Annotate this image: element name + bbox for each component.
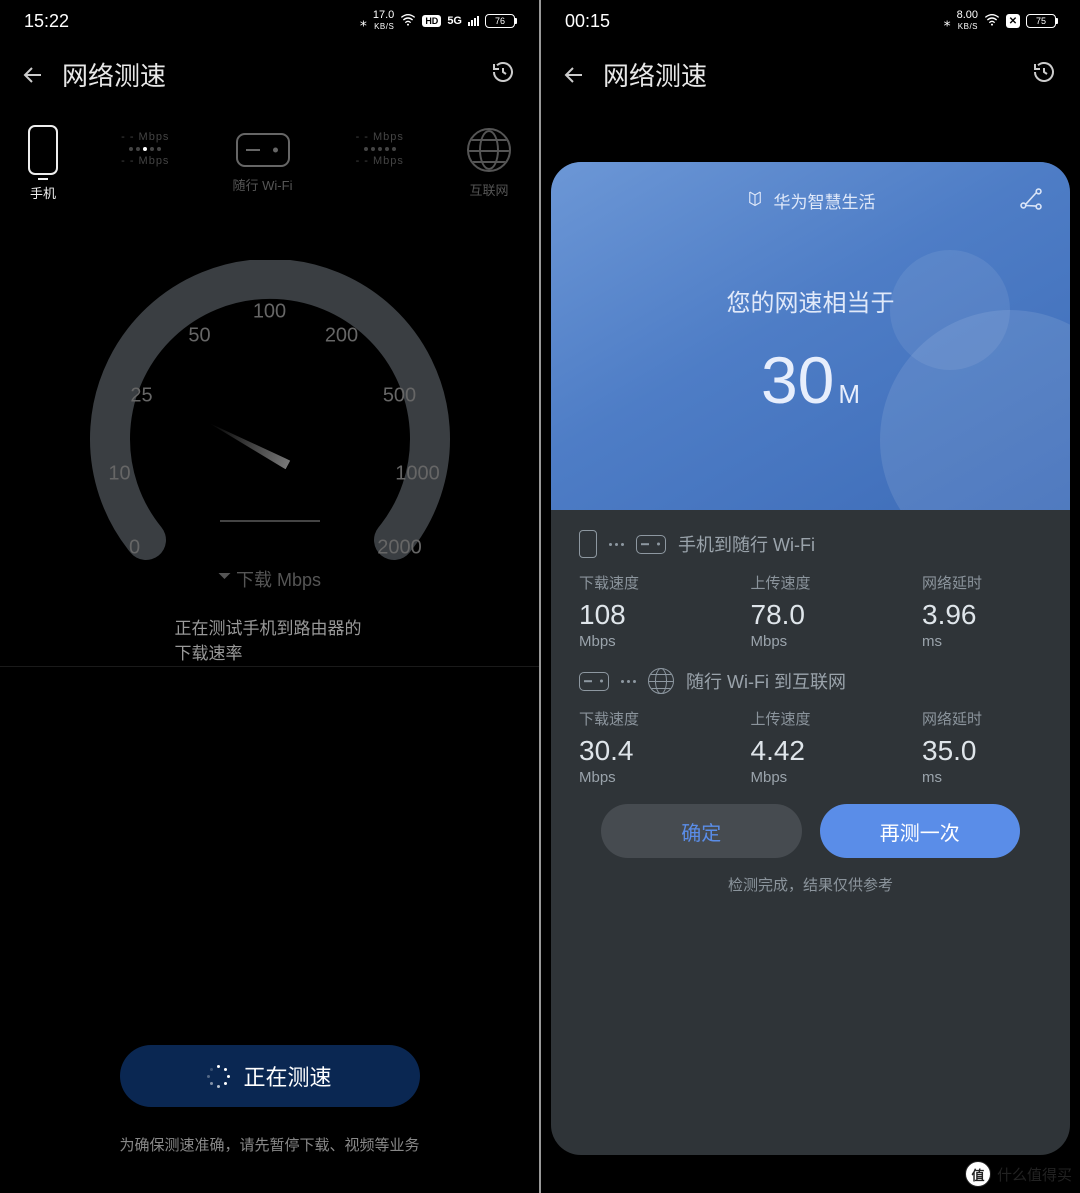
- segment-router-internet: 随行 Wi-Fi 到互联网 下载速度30.4Mbps 上传速度4.42Mbps …: [579, 668, 1042, 786]
- dots-icon: [609, 543, 624, 546]
- footer-note: 为确保测速准确，请先暂停下载、视频等业务: [0, 1134, 539, 1155]
- upload-metric: 上传速度4.42Mbps: [751, 708, 871, 786]
- latency-metric: 网络延时35.0ms: [922, 708, 1042, 786]
- status-bar: 15:22 ⁎ 17.0KB/S HD 5G 76: [0, 0, 539, 38]
- share-button[interactable]: [1018, 186, 1044, 217]
- gauge-tick: 25: [130, 385, 152, 408]
- history-button[interactable]: [1032, 60, 1056, 89]
- back-button[interactable]: [20, 62, 46, 88]
- gauge-tick: 0: [129, 537, 140, 560]
- gauge-tick: 2000: [377, 537, 422, 560]
- test-button[interactable]: 正在测速: [120, 1045, 420, 1107]
- gauge-status: 正在测试手机到路由器的下载速率: [175, 614, 365, 664]
- battery-icon: 76: [485, 14, 515, 28]
- network-type: 5G: [447, 15, 462, 27]
- gauge-tick: 1000: [395, 463, 440, 486]
- signal-icon: [468, 16, 479, 26]
- status-time: 15:22: [24, 11, 69, 32]
- gauge-label: 下载 Mbps: [218, 566, 321, 592]
- modal-header: 华为智慧生活 您的网速相当于 30M: [551, 162, 1070, 510]
- latency-metric: 网络延时3.96ms: [922, 572, 1042, 650]
- gauge-tick: 10: [108, 463, 130, 486]
- bluetooth-icon: ⁎: [360, 13, 367, 30]
- gauge-tick: 200: [325, 325, 358, 348]
- retest-button[interactable]: 再测一次: [820, 804, 1021, 858]
- spinner-icon: [207, 1065, 229, 1087]
- speed-gauge: 0 10 25 50 100 200 500 1000 2000 下载 Mbps…: [0, 236, 539, 656]
- gauge-tick: 100: [253, 301, 286, 324]
- history-button[interactable]: [491, 60, 515, 89]
- result-modal: 华为智慧生活 您的网速相当于 30M 手机到随行 Wi-Fi 下载速度108Mb…: [551, 162, 1070, 1155]
- gauge-tick: 500: [383, 385, 416, 408]
- globe-icon: [648, 668, 674, 694]
- page-title: 网络测速: [62, 56, 166, 93]
- watermark-icon: 值: [965, 1161, 991, 1187]
- battery-icon: 75: [1026, 14, 1056, 28]
- segment-phone-router: 手机到随行 Wi-Fi 下载速度108Mbps 上传速度78.0Mbps 网络延…: [579, 530, 1042, 650]
- divider: [0, 666, 539, 667]
- right-screen: 00:15 ⁎ 8.00KB/S ✕ 75 网络测速 测速完成 为确保测速准确，…: [541, 0, 1080, 1193]
- modal-footnote: 检测完成，结果仅供参考: [579, 858, 1042, 911]
- upload-metric: 上传速度78.0Mbps: [751, 572, 871, 650]
- brand: 华为智慧生活: [746, 188, 876, 213]
- phone-icon: [579, 530, 597, 558]
- topology-diagram: 手机 - - Mbps - - Mbps 随行 Wi-Fi - - Mbps -…: [0, 105, 539, 216]
- back-button[interactable]: [561, 62, 587, 88]
- triangle-down-icon: [218, 573, 230, 585]
- modal-body: 手机到随行 Wi-Fi 下载速度108Mbps 上传速度78.0Mbps 网络延…: [551, 510, 1070, 1155]
- router-icon: [579, 672, 609, 691]
- top-bar: 网络测速: [541, 38, 1080, 105]
- wifi-icon: [400, 13, 416, 30]
- top-bar: 网络测速: [0, 38, 539, 105]
- equivalent-label: 您的网速相当于: [727, 283, 895, 318]
- node-phone: 手机: [28, 125, 58, 202]
- hd-badge: HD: [422, 15, 441, 27]
- link-router-internet: - - Mbps - - Mbps: [292, 131, 467, 167]
- router-icon: [236, 133, 290, 167]
- download-metric: 下载速度30.4Mbps: [579, 708, 699, 786]
- download-metric: 下载速度108Mbps: [579, 572, 699, 650]
- dots-icon: [621, 680, 636, 683]
- brand-logo-icon: [746, 189, 764, 212]
- router-icon: [636, 535, 666, 554]
- status-badge: ✕: [1006, 14, 1020, 28]
- wifi-icon: [984, 13, 1000, 30]
- globe-icon: [467, 128, 511, 172]
- ok-button[interactable]: 确定: [601, 804, 802, 858]
- gauge-baseline: [220, 520, 320, 522]
- phone-icon: [28, 125, 58, 175]
- node-router: 随行 Wi-Fi: [233, 133, 293, 194]
- link-phone-router: - - Mbps - - Mbps: [58, 131, 233, 167]
- page-title: 网络测速: [603, 56, 707, 93]
- bluetooth-icon: ⁎: [944, 13, 951, 30]
- node-internet: 互联网: [467, 128, 511, 199]
- status-time: 00:15: [565, 11, 610, 32]
- gauge-tick: 50: [188, 325, 210, 348]
- data-rate: 8.00KB/S: [957, 10, 978, 32]
- data-rate: 17.0KB/S: [373, 10, 394, 32]
- left-screen: 15:22 ⁎ 17.0KB/S HD 5G 76 网络测速 手机 - - Mb: [0, 0, 539, 1193]
- equivalent-speed: 30M: [761, 342, 860, 418]
- watermark: 值 什么值得买: [965, 1161, 1072, 1187]
- status-bar: 00:15 ⁎ 8.00KB/S ✕ 75: [541, 0, 1080, 38]
